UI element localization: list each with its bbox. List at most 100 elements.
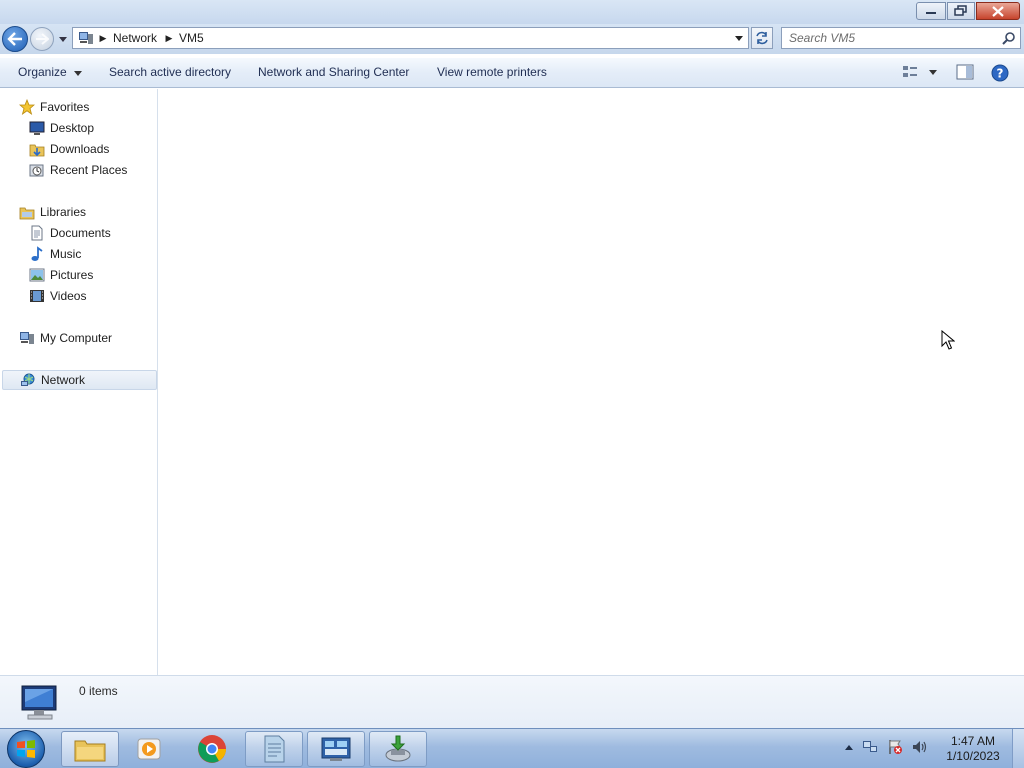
search-box[interactable] bbox=[781, 27, 1021, 49]
item-count: 0 items bbox=[79, 684, 118, 698]
action-center-icon[interactable] bbox=[887, 739, 903, 755]
chevron-down-icon bbox=[735, 35, 743, 41]
refresh-icon bbox=[756, 31, 768, 45]
nav-desktop-label: Desktop bbox=[50, 121, 95, 135]
taskbar-notepad-button[interactable] bbox=[245, 731, 303, 767]
nav-documents[interactable]: Documents bbox=[28, 223, 111, 243]
nav-recent-places[interactable]: Recent Places bbox=[28, 160, 127, 180]
svg-text:?: ? bbox=[997, 67, 1004, 81]
nav-pictures-label: Pictures bbox=[50, 268, 94, 282]
arrow-left-icon bbox=[7, 32, 22, 46]
title-bar bbox=[0, 0, 1024, 24]
minimize-icon bbox=[926, 12, 936, 14]
chevron-down-icon bbox=[59, 36, 67, 42]
details-pane: 0 items bbox=[0, 675, 1024, 728]
nav-pictures[interactable]: Pictures bbox=[28, 265, 93, 285]
change-view-button[interactable] bbox=[901, 64, 937, 80]
search-input[interactable] bbox=[782, 31, 992, 45]
command-bar: Organize Search active directory Network… bbox=[0, 57, 1024, 88]
libraries-icon bbox=[18, 204, 36, 220]
computer-icon bbox=[18, 330, 36, 346]
clock[interactable]: 1:47 AM 1/10/2023 bbox=[938, 734, 1008, 764]
breadcrumb-vm5[interactable]: VM5 bbox=[175, 31, 210, 45]
nav-videos-label: Videos bbox=[50, 289, 87, 303]
window-controls bbox=[915, 2, 1020, 20]
nav-downloads-label: Downloads bbox=[50, 142, 110, 156]
chevron-down-icon bbox=[929, 69, 937, 75]
preview-pane-button[interactable] bbox=[956, 64, 974, 83]
nav-documents-label: Documents bbox=[50, 226, 111, 240]
organize-label: Organize bbox=[18, 65, 67, 79]
nav-desktop[interactable]: Desktop bbox=[28, 118, 94, 138]
documents-icon bbox=[28, 225, 46, 241]
nav-favorites[interactable]: Favorites bbox=[18, 97, 89, 117]
disk-install-icon bbox=[385, 735, 411, 762]
minimize-button[interactable] bbox=[916, 2, 946, 20]
taskbar-media-player-button[interactable] bbox=[121, 731, 179, 767]
taskbar-explorer-button[interactable] bbox=[61, 731, 119, 767]
search-icon[interactable] bbox=[1002, 31, 1016, 45]
chevron-down-icon bbox=[74, 71, 83, 76]
arrow-right-icon bbox=[36, 33, 49, 45]
computer-icon bbox=[75, 28, 97, 48]
help-icon: ? bbox=[991, 64, 1009, 82]
show-hidden-icons-button[interactable] bbox=[845, 744, 853, 750]
taskbar-install-button[interactable] bbox=[369, 731, 427, 767]
view-remote-printers-button[interactable]: View remote printers bbox=[437, 65, 547, 79]
close-icon bbox=[992, 5, 1004, 17]
media-player-icon bbox=[137, 738, 161, 760]
pictures-icon bbox=[28, 267, 46, 283]
nav-music[interactable]: Music bbox=[28, 244, 81, 264]
search-active-directory-button[interactable]: Search active directory bbox=[109, 65, 231, 79]
address-dropdown-button[interactable] bbox=[730, 28, 748, 48]
volume-icon[interactable] bbox=[912, 739, 928, 755]
control-panel-icon bbox=[321, 737, 351, 761]
preview-pane-icon bbox=[956, 64, 974, 80]
organize-button[interactable]: Organize bbox=[18, 65, 83, 79]
nav-my-computer-label: My Computer bbox=[40, 331, 113, 345]
forward-button[interactable] bbox=[30, 27, 54, 51]
nav-libraries[interactable]: Libraries bbox=[18, 202, 86, 222]
breadcrumb-network[interactable]: Network bbox=[109, 31, 163, 45]
close-button[interactable] bbox=[976, 2, 1020, 20]
videos-icon bbox=[28, 288, 46, 304]
network-sharing-center-button[interactable]: Network and Sharing Center bbox=[258, 65, 409, 79]
breadcrumb-separator-icon[interactable]: ▶ bbox=[163, 33, 175, 44]
help-button[interactable]: ? bbox=[991, 64, 1009, 85]
nav-videos[interactable]: Videos bbox=[28, 286, 86, 306]
nav-network[interactable]: Network bbox=[2, 370, 157, 390]
clock-date: 1/10/2023 bbox=[946, 749, 1000, 763]
taskbar-chrome-button[interactable] bbox=[183, 731, 241, 767]
view-options-icon bbox=[903, 66, 917, 77]
back-button[interactable] bbox=[2, 26, 28, 52]
nav-libraries-label: Libraries bbox=[40, 205, 87, 219]
recent-pages-dropdown[interactable] bbox=[57, 33, 69, 45]
folder-icon bbox=[74, 740, 106, 762]
start-button[interactable] bbox=[7, 730, 45, 768]
restore-button[interactable] bbox=[947, 2, 975, 20]
address-bar[interactable]: ▶ Network ▶ VM5 bbox=[72, 27, 749, 49]
nav-favorites-label: Favorites bbox=[40, 100, 90, 114]
downloads-folder-icon bbox=[28, 141, 46, 157]
restore-icon bbox=[954, 5, 967, 16]
chrome-icon bbox=[198, 735, 226, 763]
system-tray bbox=[845, 739, 937, 755]
taskbar-control-panel-button[interactable] bbox=[307, 731, 365, 767]
taskbar: 1:47 AM 1/10/2023 bbox=[0, 728, 1024, 768]
refresh-button[interactable] bbox=[751, 27, 773, 49]
star-icon bbox=[18, 99, 36, 115]
show-desktop-button[interactable] bbox=[1012, 729, 1024, 768]
nav-music-label: Music bbox=[50, 247, 82, 261]
mouse-cursor-icon bbox=[941, 329, 956, 353]
computer-large-icon bbox=[18, 682, 64, 725]
breadcrumb-separator-icon[interactable]: ▶ bbox=[97, 33, 109, 44]
nav-downloads[interactable]: Downloads bbox=[28, 139, 109, 159]
nav-recent-places-label: Recent Places bbox=[50, 163, 128, 177]
chevron-up-icon bbox=[845, 744, 853, 750]
document-icon bbox=[264, 735, 285, 763]
file-list-area[interactable] bbox=[159, 89, 1024, 675]
nav-my-computer[interactable]: My Computer bbox=[18, 328, 112, 348]
windows-logo-icon bbox=[17, 740, 35, 758]
network-status-icon[interactable] bbox=[862, 739, 878, 755]
network-icon bbox=[19, 372, 37, 388]
